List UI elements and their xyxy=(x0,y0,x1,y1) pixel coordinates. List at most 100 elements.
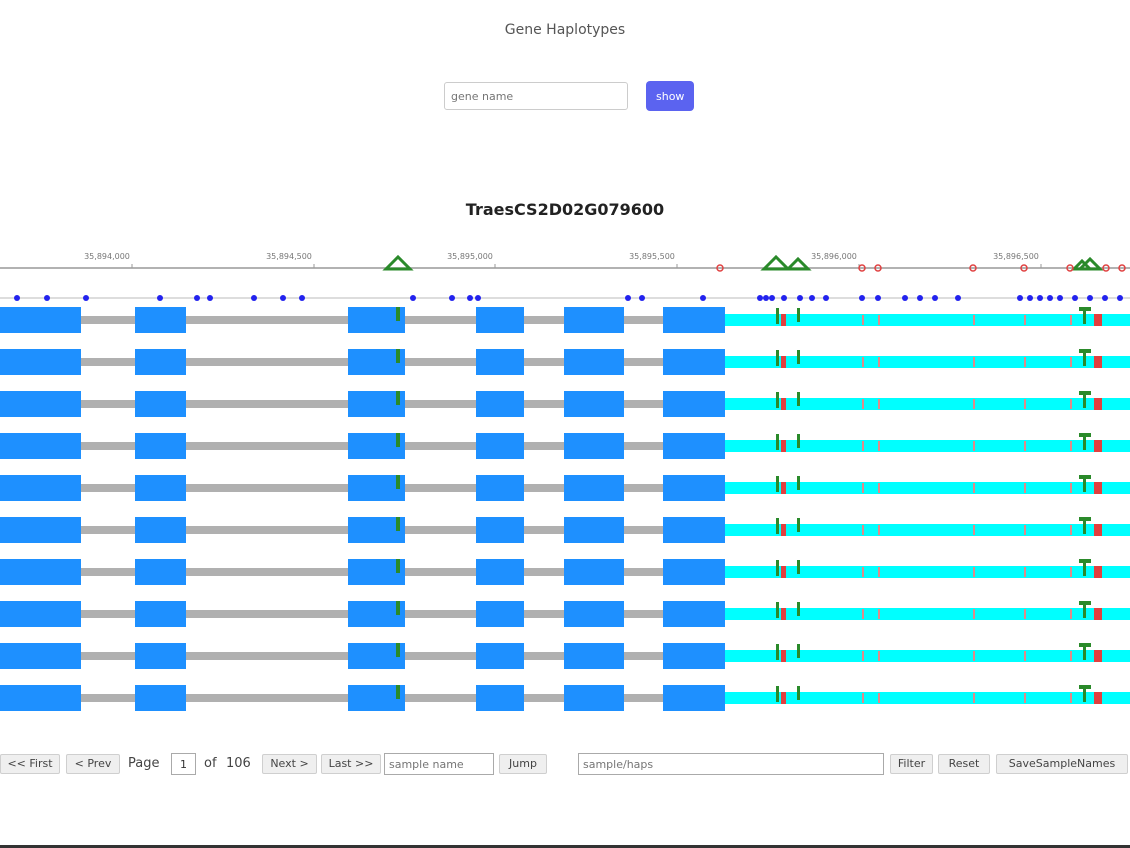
exon-block xyxy=(0,685,81,711)
reset-button[interactable]: Reset xyxy=(938,754,990,774)
snp-dot-icon xyxy=(823,295,829,301)
variant-mark xyxy=(973,567,975,577)
variant-mark xyxy=(862,567,864,577)
variant-mark xyxy=(878,609,880,619)
haplotype-row xyxy=(0,433,1130,459)
snp-dot-icon xyxy=(410,295,416,301)
prev-page-button[interactable]: < Prev xyxy=(66,754,120,774)
snp-dot-icon xyxy=(449,295,455,301)
exon-block xyxy=(135,601,186,627)
variant-mark xyxy=(797,686,800,700)
filter-input[interactable] xyxy=(578,753,884,775)
variant-mark xyxy=(878,483,880,493)
exon-block xyxy=(663,685,725,711)
page-number-input[interactable] xyxy=(171,753,196,775)
variant-mark xyxy=(973,651,975,661)
snp-dot-icon xyxy=(1027,295,1033,301)
last-page-button[interactable]: Last >> xyxy=(321,754,381,774)
variant-mark xyxy=(797,392,800,406)
exon-block xyxy=(663,391,725,417)
snp-dot-icon xyxy=(14,295,20,301)
page-label: Page xyxy=(128,756,160,771)
filter-button[interactable]: Filter xyxy=(890,754,933,774)
exon-block xyxy=(564,643,624,669)
exon-block xyxy=(135,433,186,459)
exon-block xyxy=(476,349,524,375)
indel-triangle-icon xyxy=(784,256,812,271)
exon-block xyxy=(564,433,624,459)
variant-mark xyxy=(862,651,864,661)
variant-mark xyxy=(1083,310,1086,324)
exon-block xyxy=(663,643,725,669)
variant-mark xyxy=(973,357,975,367)
variant-mark xyxy=(1094,692,1102,704)
variant-mark xyxy=(1024,609,1026,619)
variant-mark xyxy=(776,392,779,408)
variant-mark xyxy=(396,307,400,321)
exon-block xyxy=(476,517,524,543)
sample-name-input[interactable] xyxy=(384,753,494,775)
snp-dot-icon xyxy=(769,295,775,301)
snp-dot-icon xyxy=(875,295,881,301)
variant-track xyxy=(0,295,1130,301)
variant-mark xyxy=(878,693,880,703)
exon-block xyxy=(564,685,624,711)
variant-mark xyxy=(1083,646,1086,660)
variant-mark xyxy=(781,356,786,368)
first-page-button[interactable]: << First xyxy=(0,754,60,774)
haplotype-row xyxy=(0,349,1130,375)
variant-mark xyxy=(862,399,864,409)
save-sample-names-button[interactable]: SaveSampleNames xyxy=(996,754,1128,774)
haplotype-row xyxy=(0,643,1130,669)
gene-name-input[interactable] xyxy=(444,82,628,110)
snp-dot-icon xyxy=(700,295,706,301)
snp-dot-icon xyxy=(467,295,473,301)
exon-block xyxy=(0,433,81,459)
variant-mark xyxy=(862,525,864,535)
ruler-tick-label: 35,894,500 xyxy=(266,252,312,261)
exon-block xyxy=(476,475,524,501)
exon-block xyxy=(564,517,624,543)
haplotype-row xyxy=(0,307,1130,333)
variant-mark xyxy=(1094,524,1102,536)
haplotype-row xyxy=(0,685,1130,711)
variant-mark xyxy=(396,517,400,531)
variant-mark xyxy=(776,350,779,366)
variant-mark xyxy=(1024,315,1026,325)
snp-dot-icon xyxy=(781,295,787,301)
snp-dot-icon xyxy=(1102,295,1108,301)
ruler-tick-label: 35,896,500 xyxy=(993,252,1039,261)
variant-mark xyxy=(781,650,786,662)
show-button[interactable]: show xyxy=(646,81,695,111)
exon-block xyxy=(476,433,524,459)
next-page-button[interactable]: Next > xyxy=(262,754,317,774)
snp-dot-icon xyxy=(1057,295,1063,301)
variant-mark xyxy=(878,651,880,661)
snp-dot-icon xyxy=(763,295,769,301)
exon-block xyxy=(663,601,725,627)
exon-block xyxy=(564,391,624,417)
pagination-bar: << First < Prev Page of 106 Next > Last … xyxy=(0,752,1130,776)
variant-mark xyxy=(1094,314,1102,326)
snp-dot-icon xyxy=(207,295,213,301)
variant-mark xyxy=(1024,651,1026,661)
exon-block xyxy=(135,517,186,543)
snp-dot-icon xyxy=(757,295,763,301)
variant-mark xyxy=(878,525,880,535)
variant-mark xyxy=(396,685,400,699)
snp-dot-icon xyxy=(1037,295,1043,301)
variant-mark xyxy=(1094,482,1102,494)
variant-mark xyxy=(776,308,779,324)
exon-block xyxy=(476,391,524,417)
variant-mark xyxy=(1083,394,1086,408)
variant-mark xyxy=(776,476,779,492)
exon-block xyxy=(564,559,624,585)
exon-block xyxy=(564,601,624,627)
variant-mark xyxy=(396,349,400,363)
jump-button[interactable]: Jump xyxy=(499,754,547,774)
variant-mark xyxy=(1070,651,1072,661)
variant-mark xyxy=(878,399,880,409)
variant-mark xyxy=(1024,357,1026,367)
variant-mark xyxy=(973,609,975,619)
variant-mark xyxy=(797,560,800,574)
